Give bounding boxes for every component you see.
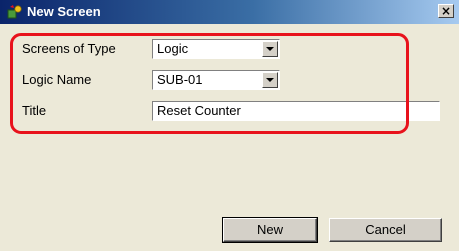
dialog-body: Screens of Type Logic Logic Name SUB-01 … [0,24,459,251]
logic-name-label: Logic Name [22,72,92,87]
new-screen-app-icon [7,5,22,19]
chevron-down-icon[interactable] [262,72,278,88]
screen-type-label: Screens of Type [22,41,116,56]
new-screen-dialog: New Screen × Screens of Type Logic Logic… [0,0,459,251]
cancel-button[interactable]: Cancel [329,218,442,242]
window-title: New Screen [27,4,101,19]
screen-type-value: Logic [157,41,189,56]
title-label: Title [22,103,47,118]
logic-name-value: SUB-01 [157,72,203,87]
close-button[interactable]: × [438,4,454,18]
chevron-down-icon[interactable] [262,41,278,57]
new-button[interactable]: New [222,217,318,243]
title-bar[interactable]: New Screen × [0,0,459,24]
screen-type-dropdown[interactable]: Logic [152,39,280,59]
title-input[interactable]: Reset Counter [152,101,440,121]
logic-name-dropdown[interactable]: SUB-01 [152,70,280,90]
